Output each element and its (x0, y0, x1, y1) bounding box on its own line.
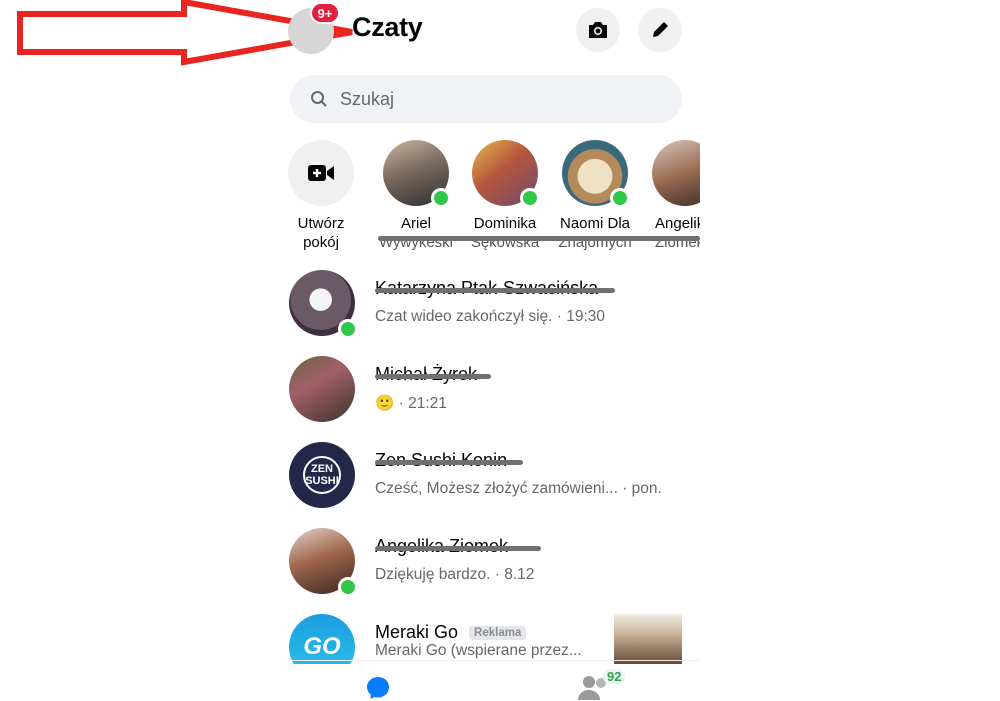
chat-avatar: ZEN SUSHI (289, 442, 355, 508)
ad-badge: Reklama (469, 626, 527, 641)
video-camera-plus-icon (288, 140, 354, 206)
redaction-mark (375, 374, 491, 379)
story-avatar (562, 140, 630, 208)
chat-row[interactable]: Michał Żyrek 🙂 · 21:21 (289, 356, 699, 426)
chat-avatar (289, 528, 358, 597)
story-name: Ariel Wywykeski (378, 215, 454, 251)
redaction-mark (375, 288, 615, 293)
compose-button[interactable] (638, 8, 682, 52)
online-indicator (338, 319, 358, 339)
online-indicator (520, 188, 540, 208)
chat-last-message: Cześć, Możesz złożyć zamówieni... · pon. (375, 480, 662, 497)
online-indicator (338, 577, 358, 597)
online-indicator (610, 188, 630, 208)
chat-last-message: 🙂 · 21:21 (375, 395, 447, 412)
page-title: Czaty (352, 12, 423, 42)
story-item[interactable]: Angelik Ziomek (645, 140, 700, 250)
chat-avatar (289, 356, 355, 422)
redaction-mark (375, 546, 541, 551)
redaction-mark (378, 236, 700, 241)
chat-avatar (289, 270, 358, 339)
chat-row[interactable]: Angelika Ziomek Dziękuję bardzo. · 8.12 (289, 528, 699, 598)
camera-icon (589, 22, 607, 38)
zen-sushi-logo: ZEN SUSHI (303, 456, 341, 494)
meraki-go-logo: GO (303, 633, 341, 660)
search-icon (311, 91, 327, 107)
chat-name: Meraki Go Reklama (375, 622, 527, 643)
chat-last-message: Czat wideo zakończył się. · 19:30 (375, 308, 606, 325)
story-name: Dominika Sękowska (470, 215, 540, 251)
notification-badge: 9+ (310, 2, 340, 24)
pencil-icon (653, 22, 668, 37)
chat-last-message: Meraki Go (wspierane przez... (375, 642, 582, 659)
camera-button[interactable] (576, 8, 620, 52)
ad-thumbnail[interactable] (614, 614, 682, 664)
story-avatar (383, 140, 451, 208)
search-input[interactable] (338, 87, 642, 111)
create-room-label: Utwórz pokój (297, 215, 345, 251)
chat-last-message: Dziękuję bardzo. · 8.12 (375, 566, 535, 583)
redaction-mark (375, 460, 523, 465)
chat-row[interactable]: ZEN SUSHI Zen Sushi Konin Cześć, Możesz … (289, 442, 699, 512)
chat-row[interactable]: Katarzyna Ptak-Szwacińska Czat wideo zak… (289, 270, 699, 340)
story-avatar (652, 140, 700, 206)
chat-avatar: GO (289, 614, 355, 664)
story-name: Angelik Ziomek (655, 215, 700, 250)
create-room-button[interactable]: Utwórz pokój (281, 140, 361, 252)
smile-emoji-icon: 🙂 (375, 395, 395, 412)
chat-row-sponsored[interactable]: GO Meraki Go Reklama Meraki Go (wspieran… (289, 614, 699, 664)
chats-tab-icon[interactable] (365, 675, 391, 701)
online-indicator (431, 188, 451, 208)
people-count-badge: 92 (603, 669, 626, 684)
story-name: Naomi Dla Znajomych (558, 215, 632, 251)
story-avatar (472, 140, 540, 208)
search-bar[interactable] (290, 75, 682, 123)
bottom-nav: 92 (289, 660, 699, 701)
